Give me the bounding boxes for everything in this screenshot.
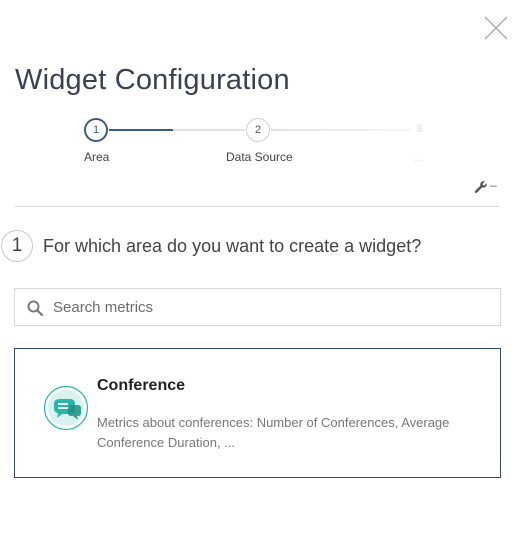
question-number-badge: 1 (1, 230, 33, 262)
step-1-circle[interactable]: 1 (84, 118, 108, 142)
step-connector-line (173, 129, 245, 131)
step-2-label: Data Source (226, 150, 293, 164)
wizard-stepper: 1 Area 2 Data Source 3 ... (0, 116, 525, 172)
section-divider (15, 206, 499, 207)
area-card-conference[interactable]: Conference Metrics about conferences: Nu… (14, 348, 501, 478)
step-3-label: ... (414, 150, 425, 164)
settings-toggle-suffix: – (490, 178, 497, 192)
close-icon (484, 16, 508, 40)
step-1-label: Area (84, 150, 110, 164)
close-button[interactable] (482, 14, 510, 42)
area-card-title: Conference (97, 377, 186, 394)
question-text: For which area do you want to create a w… (43, 236, 422, 256)
search-icon (27, 300, 43, 316)
step-2-circle[interactable]: 2 (246, 118, 270, 142)
conference-icon (43, 385, 89, 431)
search-box (14, 288, 501, 326)
area-card-description: Metrics about conferences: Number of Con… (97, 415, 450, 450)
step-3-circle[interactable]: 3 (410, 118, 428, 142)
settings-toggle[interactable]: – (474, 178, 500, 195)
step-progress-line (109, 129, 173, 131)
step-connector-line (271, 129, 411, 131)
wrench-icon (474, 181, 487, 193)
search-input[interactable] (53, 289, 493, 325)
dialog-title: Widget Configuration (15, 64, 290, 96)
